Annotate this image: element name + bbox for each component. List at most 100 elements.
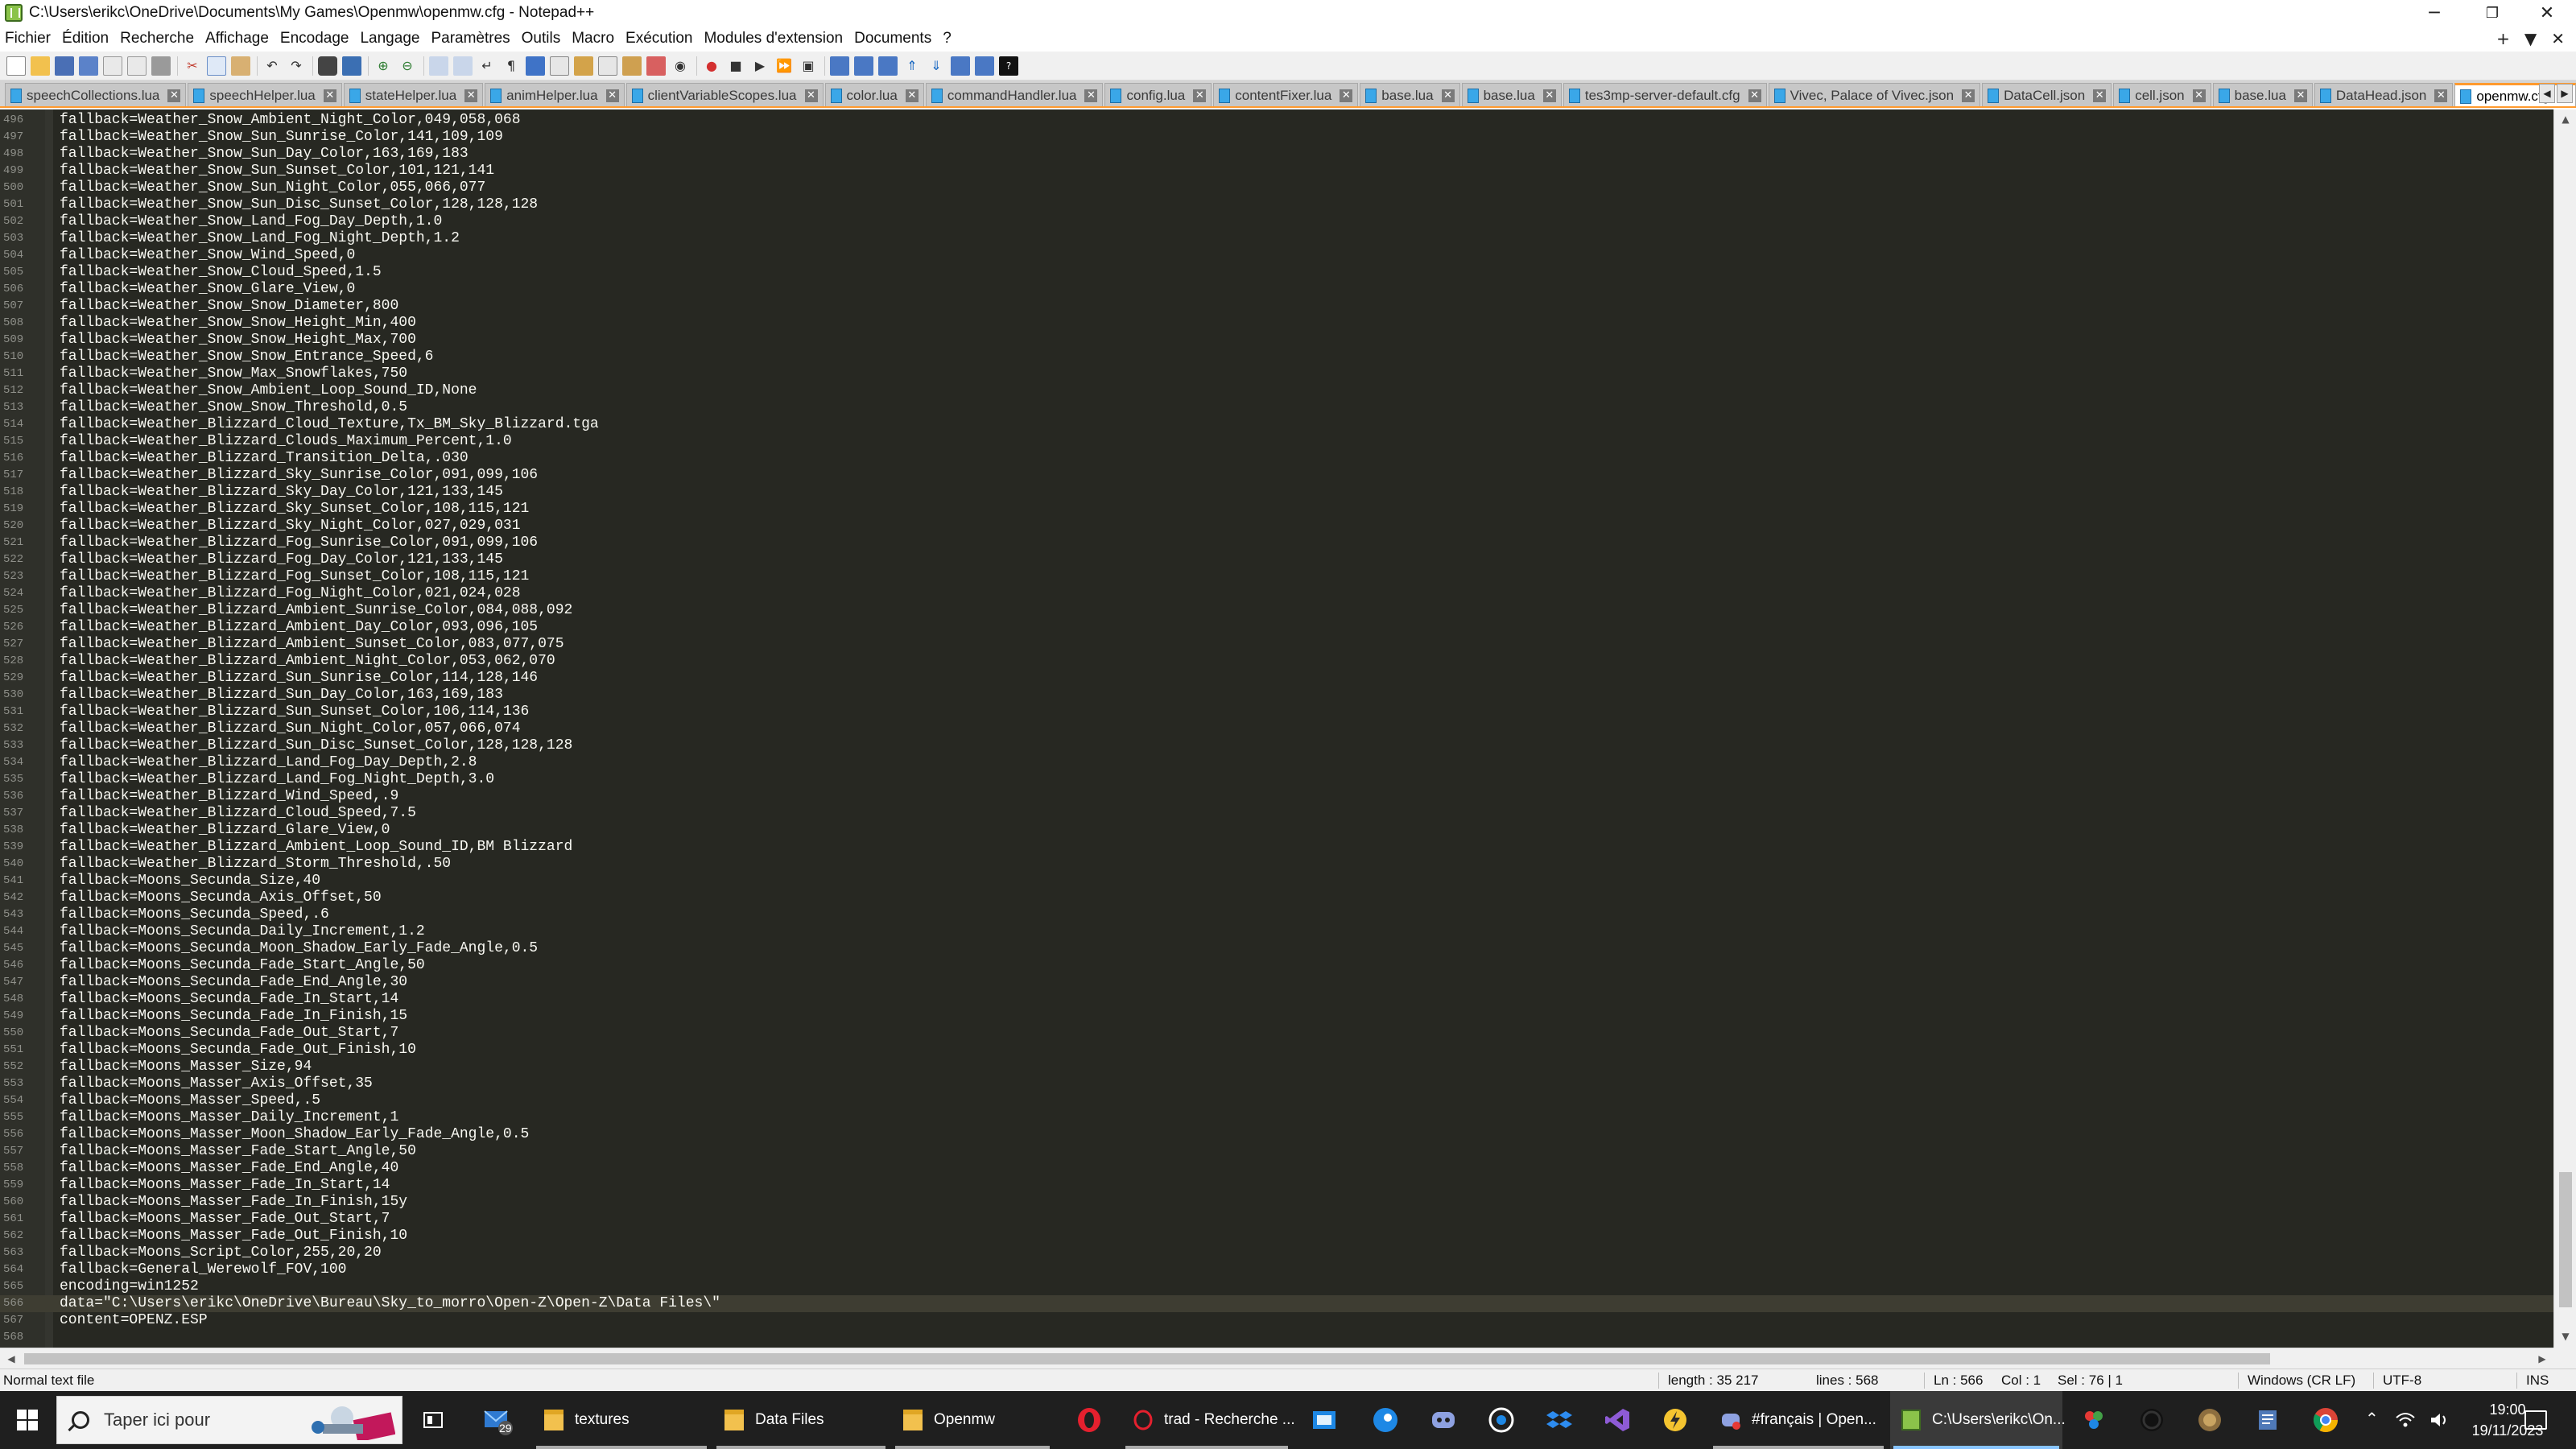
tab-scroll-left-icon[interactable]: ◀ xyxy=(2539,84,2555,103)
folder-workspace-icon[interactable] xyxy=(622,56,642,76)
line-text[interactable]: fallback=Moons_Secunda_Fade_In_Finish,15 xyxy=(60,1008,407,1025)
tab-close-icon[interactable]: ✕ xyxy=(464,89,478,102)
screen-app-icon[interactable] xyxy=(1299,1391,1349,1449)
taskbar-app-data-files[interactable]: Data Files xyxy=(713,1391,889,1449)
code-line[interactable]: 512 fallback=Weather_Snow_Ambient_Loop_So… xyxy=(0,382,2553,399)
code-line[interactable]: 499 fallback=Weather_Snow_Sun_Sunset_Colo… xyxy=(0,163,2553,180)
document-map-icon[interactable] xyxy=(574,56,593,76)
code-line[interactable]: 565 encoding=win1252 xyxy=(0,1278,2553,1295)
line-text[interactable]: fallback=Moons_Masser_Fade_In_Finish,15y xyxy=(60,1194,407,1211)
code-line[interactable]: 501 fallback=Weather_Snow_Sun_Disc_Sunset… xyxy=(0,196,2553,213)
chrome-icon[interactable] xyxy=(2301,1391,2351,1449)
document-tab[interactable]: DataCell.json ✕ xyxy=(1982,83,2112,106)
code-line[interactable]: 517 fallback=Weather_Blizzard_Sky_Sunrise… xyxy=(0,467,2553,484)
taskbar-app-openmw[interactable]: Openmw xyxy=(892,1391,1053,1449)
line-text[interactable]: fallback=Weather_Blizzard_Land_Fog_Day_D… xyxy=(60,754,477,771)
restore-button[interactable]: ❐ xyxy=(2463,0,2521,26)
compare-nav-icon[interactable] xyxy=(975,56,994,76)
vertical-scroll-thumb[interactable] xyxy=(2559,1172,2572,1307)
code-line[interactable]: 511 fallback=Weather_Snow_Max_Snowflakes,… xyxy=(0,365,2553,382)
play-macro-multiple-icon[interactable]: ⏩ xyxy=(774,56,794,76)
menu-outils[interactable]: Outils xyxy=(522,30,561,47)
close-all-icon[interactable] xyxy=(127,56,147,76)
code-line[interactable]: 518 fallback=Weather_Blizzard_Sky_Day_Col… xyxy=(0,484,2553,501)
line-text[interactable]: fallback=Weather_Snow_Sun_Sunset_Color,1… xyxy=(60,163,494,180)
horizontal-scrollbar[interactable]: ◀ ▶ xyxy=(0,1348,2553,1368)
code-line[interactable]: 543 fallback=Moons_Secunda_Speed,.6 xyxy=(0,906,2553,923)
code-line[interactable]: 537 fallback=Weather_Blizzard_Cloud_Speed… xyxy=(0,805,2553,822)
line-text[interactable]: fallback=Weather_Blizzard_Cloud_Texture,… xyxy=(60,416,599,433)
menu-help[interactable]: ? xyxy=(943,30,952,47)
line-text[interactable]: fallback=Moons_Secunda_Speed,.6 xyxy=(60,906,329,923)
code-line[interactable]: 541 fallback=Moons_Secunda_Size,40 xyxy=(0,873,2553,890)
line-text[interactable]: fallback=Moons_Secunda_Axis_Offset,50 xyxy=(60,890,382,906)
sync-vertical-icon[interactable] xyxy=(429,56,448,76)
line-text[interactable]: fallback=Weather_Blizzard_Ambient_Sunset… xyxy=(60,636,564,653)
code-line[interactable]: 566 data="C:\Users\erikc\OneDrive\Bureau\… xyxy=(0,1295,2553,1312)
save-icon[interactable] xyxy=(55,56,74,76)
task-view-icon[interactable] xyxy=(411,1391,456,1449)
line-text[interactable]: fallback=Weather_Snow_Snow_Entrance_Spee… xyxy=(60,349,433,365)
menu-modules[interactable]: Modules d'extension xyxy=(704,30,843,47)
compare-next-icon[interactable] xyxy=(854,56,873,76)
line-text[interactable]: fallback=Moons_Masser_Daily_Increment,1 xyxy=(60,1109,398,1126)
save-macro-icon[interactable]: ▣ xyxy=(799,56,818,76)
line-text[interactable]: fallback=Weather_Snow_Land_Fog_Night_Dep… xyxy=(60,230,460,247)
zoom-in-icon[interactable]: ⊕ xyxy=(374,56,393,76)
notepad-icon[interactable] xyxy=(2243,1391,2293,1449)
line-text[interactable]: fallback=Weather_Blizzard_Fog_Sunrise_Co… xyxy=(60,535,538,551)
tab-close-icon[interactable]: ✕ xyxy=(1748,89,1761,102)
line-text[interactable]: fallback=Moons_Masser_Fade_Start_Angle,5… xyxy=(60,1143,416,1160)
code-line[interactable]: 552 fallback=Moons_Masser_Size,94 xyxy=(0,1059,2553,1075)
close-button[interactable]: ✕ xyxy=(2518,0,2576,26)
minimize-button[interactable]: ─ xyxy=(2405,0,2463,26)
code-line[interactable]: 556 fallback=Moons_Masser_Moon_Shadow_Ear… xyxy=(0,1126,2553,1143)
steam-icon[interactable] xyxy=(1360,1391,1410,1449)
line-text[interactable]: fallback=Weather_Blizzard_Fog_Sunset_Col… xyxy=(60,568,529,585)
code-line[interactable]: 559 fallback=Moons_Masser_Fade_In_Start,1… xyxy=(0,1177,2553,1194)
line-text[interactable]: fallback=Moons_Masser_Moon_Shadow_Early_… xyxy=(60,1126,529,1143)
opera-icon[interactable] xyxy=(1064,1391,1114,1449)
visual-studio-icon[interactable] xyxy=(1592,1391,1642,1449)
code-line[interactable]: 533 fallback=Weather_Blizzard_Sun_Disc_Su… xyxy=(0,737,2553,754)
code-line[interactable]: 563 fallback=Moons_Script_Color,255,20,20 xyxy=(0,1245,2553,1261)
compare-first-icon[interactable]: ⇑ xyxy=(902,56,922,76)
line-text[interactable]: fallback=Weather_Blizzard_Sky_Day_Color,… xyxy=(60,484,503,501)
code-line[interactable]: 516 fallback=Weather_Blizzard_Transition_… xyxy=(0,450,2553,467)
compare-prev-icon[interactable] xyxy=(878,56,898,76)
code-line[interactable]: 568 xyxy=(0,1329,2553,1346)
taskbar-search-box[interactable]: Taper ici pour xyxy=(56,1396,402,1444)
wifi-icon[interactable] xyxy=(2391,1391,2420,1449)
taskbar-app-discord-francais[interactable]: #français | Open... xyxy=(1710,1391,1887,1449)
line-text[interactable]: fallback=Weather_Blizzard_Land_Fog_Night… xyxy=(60,771,494,788)
cut-icon[interactable]: ✂ xyxy=(183,56,202,76)
line-text[interactable]: fallback=Moons_Masser_Fade_Out_Finish,10 xyxy=(60,1228,407,1245)
line-text[interactable]: fallback=Moons_Secunda_Daily_Increment,1… xyxy=(60,923,425,940)
code-line[interactable]: 500 fallback=Weather_Snow_Sun_Night_Color… xyxy=(0,180,2553,196)
new-file-icon[interactable] xyxy=(6,56,26,76)
tab-close-icon[interactable]: ✕ xyxy=(167,89,181,102)
line-text[interactable]: fallback=Weather_Blizzard_Cloud_Speed,7.… xyxy=(60,805,416,822)
document-tab[interactable]: speechCollections.lua ✕ xyxy=(5,83,187,106)
code-line[interactable]: 506 fallback=Weather_Snow_Glare_View,0 xyxy=(0,281,2553,298)
menu-recherche[interactable]: Recherche xyxy=(120,30,194,47)
code-line[interactable]: 555 fallback=Moons_Masser_Daily_Increment… xyxy=(0,1109,2553,1126)
document-tab[interactable]: cell.json ✕ xyxy=(2113,83,2211,106)
line-text[interactable]: fallback=Moons_Masser_Fade_Out_Start,7 xyxy=(60,1211,390,1228)
code-line[interactable]: 548 fallback=Moons_Secunda_Fade_In_Start,… xyxy=(0,991,2553,1008)
code-line[interactable]: 525 fallback=Weather_Blizzard_Ambient_Sun… xyxy=(0,602,2553,619)
line-text[interactable]: fallback=Weather_Snow_Ambient_Night_Colo… xyxy=(60,112,521,129)
scroll-down-icon[interactable]: ▼ xyxy=(2557,1328,2574,1344)
line-text[interactable]: fallback=Weather_Snow_Cloud_Speed,1.5 xyxy=(60,264,382,281)
show-all-chars-icon[interactable]: ¶ xyxy=(502,56,521,76)
code-line[interactable]: 529 fallback=Weather_Blizzard_Sun_Sunrise… xyxy=(0,670,2553,687)
code-line[interactable]: 524 fallback=Weather_Blizzard_Fog_Night_C… xyxy=(0,585,2553,602)
redo-icon[interactable]: ↷ xyxy=(287,56,306,76)
code-line[interactable]: 561 fallback=Moons_Masser_Fade_Out_Start,… xyxy=(0,1211,2553,1228)
menu-parametres[interactable]: Paramètres xyxy=(431,30,510,47)
dropbox-icon[interactable] xyxy=(1534,1391,1584,1449)
code-line[interactable]: 526 fallback=Weather_Blizzard_Ambient_Day… xyxy=(0,619,2553,636)
code-line[interactable]: 505 fallback=Weather_Snow_Cloud_Speed,1.5 xyxy=(0,264,2553,281)
eye-icon[interactable]: ◉ xyxy=(671,56,690,76)
stop-macro-icon[interactable]: ■ xyxy=(726,56,745,76)
